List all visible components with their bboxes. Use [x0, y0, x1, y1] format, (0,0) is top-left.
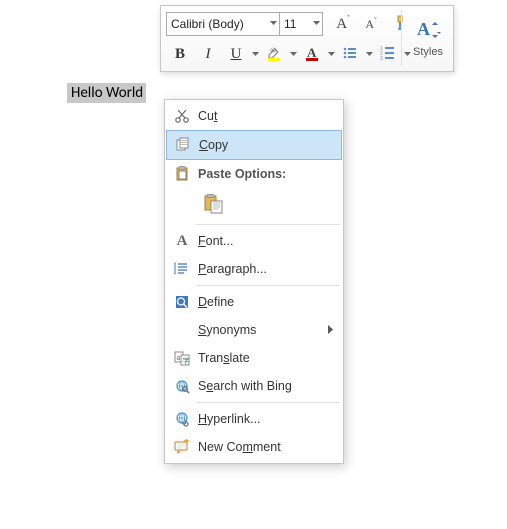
svg-text:ab: ab	[270, 48, 277, 54]
menu-label: Synonyms	[194, 323, 336, 337]
menu-item-search-bing[interactable]: Search with Bing	[166, 372, 342, 400]
menu-label: Paste Options:	[194, 167, 336, 181]
bold-button[interactable]: B	[166, 41, 194, 67]
highlight-dropdown[interactable]	[288, 42, 298, 66]
svg-text:A: A	[307, 45, 317, 60]
clipboard-icon	[170, 166, 194, 182]
separator	[196, 285, 340, 286]
font-name-combo[interactable]: Calibri (Body)	[166, 12, 280, 36]
svg-text:a: a	[177, 353, 181, 362]
paste-option-icon	[204, 194, 224, 217]
menu-label: Font...	[194, 234, 336, 248]
svg-text:A: A	[417, 19, 430, 39]
new-comment-icon	[170, 439, 194, 455]
bullets-icon	[342, 45, 358, 64]
numbering-button[interactable]: 1 2 3	[374, 41, 402, 67]
menu-item-translate[interactable]: a 字 Translate	[166, 344, 342, 372]
menu-item-define[interactable]: Define	[166, 288, 342, 316]
paragraph-icon	[170, 261, 194, 277]
chevron-down-icon[interactable]	[270, 21, 277, 28]
bullets-button[interactable]	[336, 41, 364, 67]
font-dialog-icon: A	[170, 233, 194, 250]
menu-item-font[interactable]: A Font...	[166, 227, 342, 255]
grow-font-icon: Aˆ	[336, 16, 350, 33]
svg-text:字: 字	[183, 356, 190, 365]
translate-icon: a 字	[170, 350, 194, 366]
scissors-icon	[170, 108, 194, 124]
copy-icon	[171, 137, 195, 153]
underline-dropdown[interactable]	[250, 42, 260, 66]
menu-item-new-comment[interactable]: New Comment	[166, 433, 342, 461]
search-icon	[170, 378, 194, 394]
highlight-button[interactable]: ab	[260, 41, 288, 67]
font-size-combo[interactable]: 11	[280, 12, 323, 36]
menu-label: New Comment	[194, 440, 336, 454]
define-icon	[170, 294, 194, 310]
menu-label: Paragraph...	[194, 262, 336, 276]
menu-label: Copy	[195, 138, 335, 152]
separator	[196, 224, 340, 225]
separator	[196, 402, 340, 403]
toolbar-row-1: Calibri (Body) 11 Aˆ Aˇ	[166, 10, 448, 38]
grow-font-button[interactable]: Aˆ	[329, 11, 357, 37]
styles-gallery-button[interactable]: A Styles	[401, 10, 448, 66]
highlighter-icon: ab	[266, 45, 282, 64]
menu-label: Define	[194, 295, 336, 309]
menu-label: Hyperlink...	[194, 412, 336, 426]
font-color-icon: A	[304, 45, 320, 64]
menu-label: Translate	[194, 351, 336, 365]
styles-label: Styles	[413, 46, 443, 58]
numbering-icon: 1 2 3	[380, 45, 396, 64]
submenu-arrow-icon	[328, 323, 334, 337]
font-color-dropdown[interactable]	[326, 42, 336, 66]
menu-item-cut[interactable]: Cut	[166, 102, 342, 130]
mini-toolbar: Calibri (Body) 11 Aˆ Aˇ	[160, 5, 454, 72]
chevron-down-icon[interactable]	[313, 21, 320, 28]
menu-label: Search with Bing	[194, 379, 336, 393]
svg-text:3: 3	[380, 56, 383, 61]
italic-button[interactable]: I	[194, 41, 222, 67]
styles-icon: A	[415, 19, 441, 44]
menu-item-paragraph[interactable]: Paragraph...	[166, 255, 342, 283]
shrink-font-button[interactable]: Aˇ	[357, 11, 385, 37]
selected-text[interactable]: Hello World	[67, 83, 146, 103]
hyperlink-icon	[170, 411, 194, 427]
shrink-font-icon: Aˇ	[365, 17, 376, 32]
context-menu: Cut Copy Paste Options:	[164, 99, 344, 464]
menu-paste-options-heading: Paste Options:	[166, 160, 342, 188]
menu-item-copy[interactable]: Copy	[166, 130, 342, 160]
font-name-text: Calibri (Body)	[171, 17, 244, 31]
menu-label: Cut	[194, 109, 336, 123]
underline-icon: U	[231, 46, 242, 63]
menu-item-synonyms[interactable]: Synonyms	[166, 316, 342, 344]
paste-options-row	[166, 188, 342, 222]
paste-keep-source-button[interactable]	[199, 191, 229, 219]
font-size-text: 11	[284, 17, 296, 31]
font-color-button[interactable]: A	[298, 41, 326, 67]
underline-button[interactable]: U	[222, 41, 250, 67]
bullets-dropdown[interactable]	[364, 42, 374, 66]
menu-item-hyperlink[interactable]: Hyperlink...	[166, 405, 342, 433]
